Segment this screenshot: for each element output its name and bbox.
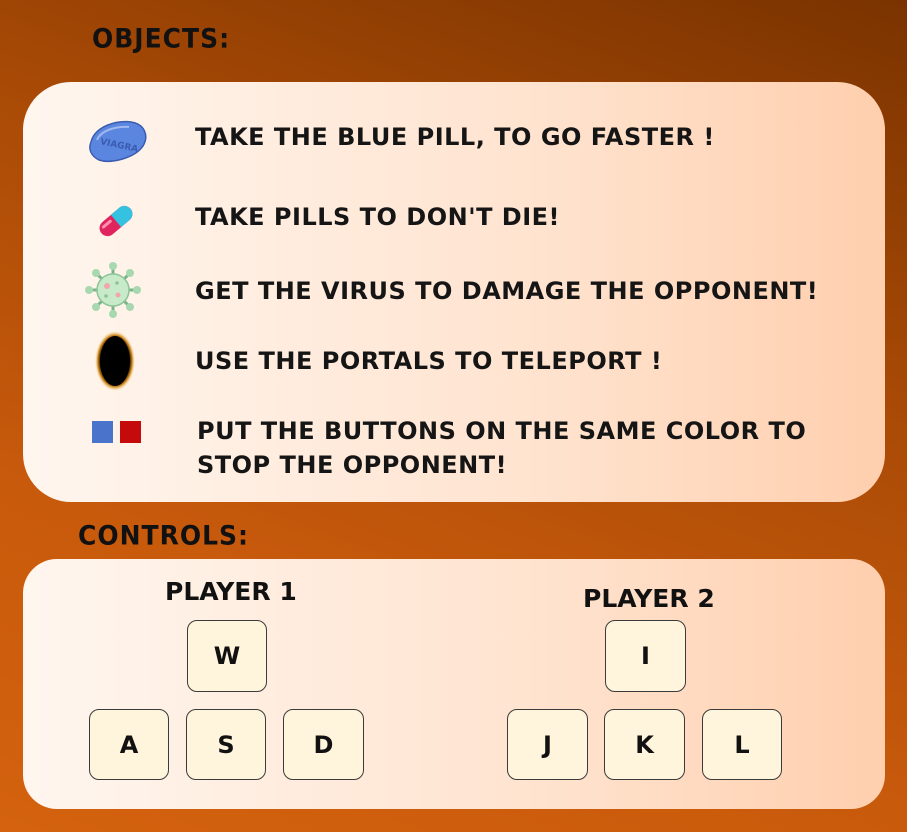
object-text-portal: Use the portals to teleport !: [195, 347, 663, 375]
player1-key-right[interactable]: D: [283, 709, 364, 780]
object-text-capsule: Take pills to don't die!: [195, 203, 560, 231]
objects-heading: Objects:: [92, 23, 231, 54]
player1-key-up[interactable]: W: [187, 620, 267, 692]
controls-heading: Controls:: [78, 520, 250, 551]
objects-panel: VIAGRA Take the blue pill, to go faster …: [23, 82, 885, 502]
player2-key-left[interactable]: J: [507, 709, 588, 780]
portal-icon: [95, 331, 135, 395]
object-text-color-buttons: Put the buttons on the same color to sto…: [197, 417, 807, 479]
object-row-portal: Use the portals to teleport !: [23, 330, 885, 392]
virus-icon: [85, 262, 141, 322]
blue-pill-icon: VIAGRA: [87, 118, 149, 168]
player2-key-right[interactable]: L: [702, 709, 782, 780]
capsule-pill-icon: [93, 198, 139, 248]
red-button-square: [120, 421, 141, 443]
color-buttons-icon: [92, 421, 144, 445]
object-text-blue-pill: Take the blue pill, to go faster !: [195, 123, 715, 151]
player2-key-down[interactable]: K: [604, 709, 685, 780]
controls-panel: Player 1 W A S D Player 2 I J K L: [23, 559, 885, 809]
object-row-virus: Get the virus to damage the opponent!: [23, 262, 885, 322]
player1-label: Player 1: [165, 577, 297, 606]
player1-key-down[interactable]: S: [186, 709, 266, 780]
player1-key-left[interactable]: A: [89, 709, 169, 780]
object-row-blue-pill: VIAGRA Take the blue pill, to go faster …: [23, 112, 885, 168]
object-text-virus: Get the virus to damage the opponent!: [195, 277, 819, 305]
player2-key-up[interactable]: I: [605, 620, 686, 692]
object-row-color-buttons: Put the buttons on the same color to sto…: [23, 412, 885, 484]
player2-label: Player 2: [583, 584, 715, 613]
object-row-capsule: Take pills to don't die!: [23, 194, 885, 244]
blue-button-square: [92, 421, 113, 443]
